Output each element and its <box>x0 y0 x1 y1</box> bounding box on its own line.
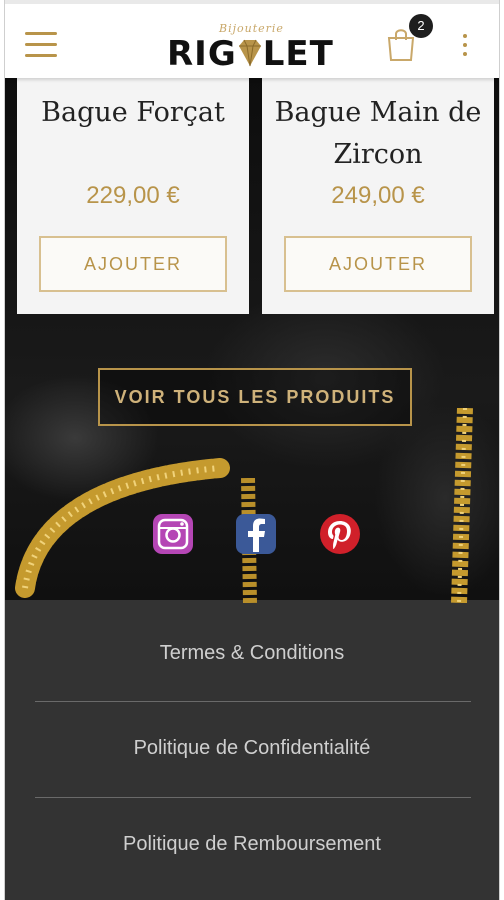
add-to-cart-button[interactable]: AJOUTER <box>39 236 227 292</box>
footer-divider <box>35 701 471 702</box>
site-header: Bijouterie RIG LET 2 <box>5 0 499 78</box>
product-card[interactable]: Bague Forçat 229,00 € AJOUTER <box>17 78 249 314</box>
diamond-icon <box>238 39 261 67</box>
footer-link-terms[interactable]: Termes & Conditions <box>5 642 499 665</box>
pinterest-icon[interactable] <box>318 512 362 556</box>
gold-chain-image <box>451 408 473 603</box>
logo-text-left: RIG <box>167 34 237 74</box>
product-price: 229,00 € <box>86 182 180 209</box>
logo-text-right: LET <box>262 34 334 74</box>
site-footer: Termes & Conditions Politique de Confide… <box>5 600 499 900</box>
product-name[interactable]: Bague Forçat <box>17 92 249 134</box>
instagram-icon[interactable] <box>151 512 195 556</box>
footer-divider <box>35 797 471 798</box>
site-logo[interactable]: Bijouterie RIG LET <box>167 22 347 74</box>
product-card[interactable]: Bague Main de Zircon 249,00 € AJOUTER <box>262 78 494 314</box>
footer-link-refund[interactable]: Politique de Remboursement <box>5 833 499 856</box>
kebab-menu-icon[interactable] <box>461 34 469 56</box>
facebook-icon[interactable] <box>234 512 278 556</box>
app-frame: Bijouterie RIG LET 2 Bague Forçat 229,00 … <box>4 0 500 900</box>
product-price: 249,00 € <box>331 182 425 209</box>
product-name[interactable]: Bague Main de Zircon <box>262 92 494 176</box>
view-all-products-button[interactable]: VOIR TOUS LES PRODUITS <box>98 368 412 426</box>
hamburger-menu-icon[interactable] <box>25 32 57 58</box>
cart-count-badge[interactable]: 2 <box>409 14 433 38</box>
footer-link-privacy[interactable]: Politique de Confidentialité <box>5 737 499 760</box>
gold-chain-image <box>15 458 230 598</box>
logo-wordmark: RIG LET <box>167 34 334 74</box>
add-to-cart-button[interactable]: AJOUTER <box>284 236 472 292</box>
